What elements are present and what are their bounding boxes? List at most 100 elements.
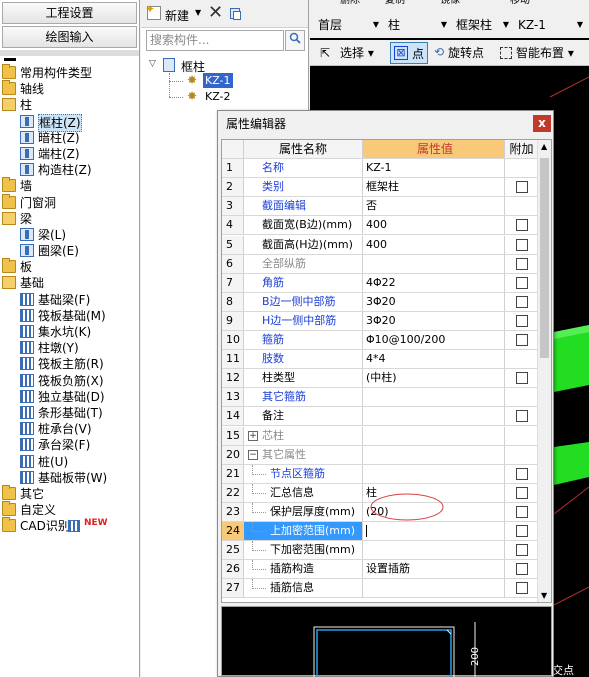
- tree-item[interactable]: 柱: [0, 97, 139, 113]
- property-row[interactable]: 21 节点区箍筋: [222, 464, 551, 484]
- property-row[interactable]: 15 + 芯柱: [222, 426, 551, 446]
- tree-item[interactable]: 独立基础(D): [0, 389, 139, 405]
- tree-item[interactable]: 桩(U): [0, 454, 139, 470]
- extra-checkbox[interactable]: [516, 314, 528, 327]
- tree-item[interactable]: 集水坑(K): [0, 324, 139, 340]
- property-row[interactable]: 7 角筋 4Φ22: [222, 273, 551, 293]
- tree-item[interactable]: 梁(L): [0, 227, 139, 243]
- extra-checkbox[interactable]: [516, 410, 528, 423]
- property-row[interactable]: 5 截面高(H边)(mm) 400: [222, 235, 551, 255]
- property-row[interactable]: 10 箍筋 Φ10@100/200: [222, 331, 551, 351]
- extra-checkbox[interactable]: [516, 334, 528, 346]
- tree-item[interactable]: 轴线: [0, 80, 139, 97]
- copy-icon[interactable]: [230, 8, 241, 20]
- extra-checkbox[interactable]: [516, 563, 528, 576]
- tree-item[interactable]: 端柱(Z): [0, 146, 139, 162]
- property-value-cell[interactable]: [363, 579, 505, 598]
- property-value-cell[interactable]: 400: [363, 235, 505, 254]
- expand-icon[interactable]: +: [248, 430, 258, 441]
- search-input[interactable]: 搜索构件...: [146, 30, 284, 51]
- property-row[interactable]: 3 截面编辑 否: [222, 197, 551, 217]
- property-row[interactable]: 24 上加密范围(mm): [222, 522, 551, 542]
- tree-item[interactable]: 柱墩(Y): [0, 340, 139, 356]
- subtype-select[interactable]: 框架柱 ▼: [452, 16, 512, 36]
- extra-checkbox[interactable]: [516, 582, 528, 595]
- tree-item[interactable]: 筏板基础(M): [0, 308, 139, 324]
- property-value-cell[interactable]: [363, 388, 505, 407]
- tree-item[interactable]: 筏板主筋(R): [0, 356, 139, 372]
- select-button[interactable]: 选择 ▾: [340, 43, 374, 63]
- tree-item[interactable]: 梁: [0, 211, 139, 227]
- property-row[interactable]: 8 B边一侧中部筋 3Φ20: [222, 292, 551, 312]
- new-dropdown-arrow-icon[interactable]: ▼: [195, 8, 201, 17]
- tree-item[interactable]: 桩承台(V): [0, 421, 139, 437]
- extra-checkbox[interactable]: [516, 467, 528, 480]
- property-value-cell[interactable]: 设置插筋: [363, 560, 505, 579]
- mirror-tool-label[interactable]: 镜像: [440, 0, 460, 6]
- property-row[interactable]: 26 插筋构造 设置插筋: [222, 560, 551, 580]
- component-item-kz2[interactable]: KZ-2: [205, 89, 231, 104]
- property-value-cell[interactable]: [363, 541, 505, 560]
- property-row[interactable]: 2 类别 框架柱: [222, 178, 551, 198]
- scroll-down-icon[interactable]: ▼: [541, 591, 547, 600]
- property-value-cell[interactable]: 框架柱: [363, 178, 505, 197]
- search-icon[interactable]: [285, 30, 305, 51]
- delete-icon[interactable]: ✕: [208, 2, 223, 23]
- tree-item[interactable]: 墙: [0, 177, 139, 194]
- property-row[interactable]: 13 其它箍筋: [222, 388, 551, 408]
- tree-item[interactable]: 圈梁(E): [0, 243, 139, 259]
- extra-checkbox[interactable]: [516, 544, 528, 557]
- property-value-cell[interactable]: 4Φ22: [363, 273, 505, 292]
- rotate-point-button[interactable]: 旋转点: [448, 43, 484, 63]
- tree-item[interactable]: 常用构件类型: [0, 64, 139, 81]
- point-tool-button[interactable]: ⊠ 点: [390, 42, 428, 64]
- tree-item[interactable]: CAD识别 NEW: [0, 517, 139, 534]
- collapse-icon[interactable]: [4, 58, 16, 61]
- component-select[interactable]: KZ-1 ▼: [514, 16, 586, 36]
- tree-item[interactable]: 暗柱(Z): [0, 130, 139, 146]
- property-value-cell[interactable]: [363, 464, 505, 483]
- tree-item[interactable]: 自定义: [0, 501, 139, 518]
- project-settings-button[interactable]: 工程设置: [2, 2, 137, 24]
- delete-tool-label[interactable]: 删除: [340, 0, 360, 6]
- close-button[interactable]: x: [533, 115, 551, 132]
- tree-item[interactable]: 其它: [0, 484, 139, 502]
- property-value-cell[interactable]: (中柱): [363, 369, 505, 388]
- tree-item[interactable]: 门窗洞: [0, 193, 139, 211]
- property-row[interactable]: 12 柱类型 (中柱): [222, 369, 551, 389]
- scrollbar-thumb[interactable]: [540, 158, 549, 358]
- extra-checkbox[interactable]: [516, 525, 528, 537]
- extra-checkbox[interactable]: [516, 219, 528, 232]
- tree-item[interactable]: 框柱(Z): [0, 113, 139, 132]
- property-value-cell[interactable]: [363, 407, 505, 426]
- tree-item[interactable]: 板: [0, 258, 139, 275]
- scroll-up-icon[interactable]: ▲: [541, 142, 547, 151]
- extra-checkbox[interactable]: [516, 486, 528, 499]
- property-value-cell[interactable]: [363, 254, 505, 273]
- property-row[interactable]: 14 备注: [222, 407, 551, 427]
- copy-tool-label[interactable]: 复制: [385, 0, 405, 6]
- new-button[interactable]: 新建: [165, 7, 189, 24]
- property-value-cell[interactable]: 3Φ20: [363, 292, 505, 311]
- extra-checkbox[interactable]: [516, 276, 528, 289]
- extra-checkbox[interactable]: [516, 505, 528, 518]
- property-value-cell[interactable]: [363, 445, 505, 464]
- property-value-cell[interactable]: 3Φ20: [363, 311, 505, 330]
- extra-checkbox[interactable]: [516, 295, 528, 308]
- property-value-cell[interactable]: 400: [363, 216, 505, 235]
- collapse-group-icon[interactable]: −: [248, 449, 258, 460]
- property-row[interactable]: 25 下加密范围(mm): [222, 541, 551, 561]
- tree-expand-icon[interactable]: ▽: [149, 59, 156, 69]
- extra-checkbox[interactable]: [516, 181, 528, 194]
- tree-item[interactable]: 基础: [0, 275, 139, 291]
- property-row[interactable]: 11 肢数 4*4: [222, 350, 551, 370]
- property-row[interactable]: 1 名称 KZ-1: [222, 159, 551, 179]
- property-row[interactable]: 20− 其它属性: [222, 445, 551, 465]
- property-value-cell[interactable]: KZ-1: [363, 159, 505, 178]
- extra-checkbox[interactable]: [516, 257, 528, 270]
- vertical-scrollbar[interactable]: ▲ ▼: [537, 140, 551, 602]
- tree-item[interactable]: 基础板带(W): [0, 470, 139, 486]
- property-value-cell[interactable]: [363, 522, 505, 541]
- component-item-kz1[interactable]: KZ-1: [203, 73, 233, 88]
- property-value-cell[interactable]: 否: [363, 197, 505, 216]
